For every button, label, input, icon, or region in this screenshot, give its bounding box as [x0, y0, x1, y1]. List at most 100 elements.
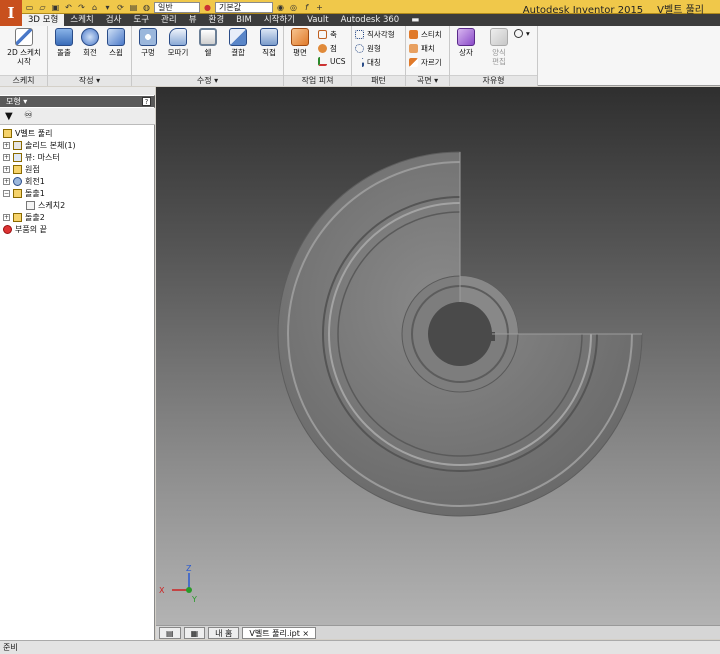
tree-item-view-master[interactable]: + 뷰: 마스터 [3, 151, 60, 163]
update-icon[interactable]: ⟳ [115, 2, 126, 13]
tree-item-solid-bodies[interactable]: + 솔리드 본체(1) [3, 139, 76, 151]
application-menu-button[interactable]: I [0, 0, 22, 28]
extrude-button[interactable]: 돌출 [51, 28, 77, 57]
panel-freeform: 상자 양식 편집 ▾ 자유형 [450, 26, 538, 86]
tab-tools[interactable]: 도구 [127, 14, 155, 26]
axis-icon [318, 30, 327, 39]
tab-overflow-icon[interactable]: ▬ [405, 14, 425, 26]
tab-vault[interactable]: Vault [301, 14, 334, 26]
tree-item-extrude2[interactable]: + 돌출2 [3, 211, 45, 223]
point-button[interactable]: 점 [318, 43, 337, 54]
document-tab-bar: ▤ ▦ 내 홈 V벨트 풀리.ipt × [156, 625, 720, 639]
tree-item-end-of-part[interactable]: 부품의 끝 [3, 223, 47, 235]
tab-environments[interactable]: 환경 [203, 14, 231, 26]
ucs-button[interactable]: UCS [318, 57, 346, 66]
box-icon [457, 28, 475, 46]
hole-icon [139, 28, 157, 46]
sweep-label: 스윕 [109, 48, 123, 57]
tab-bim[interactable]: BIM [230, 14, 258, 26]
patch-button[interactable]: 패치 [409, 43, 435, 54]
help-icon[interactable]: ? [142, 97, 151, 106]
tree-label: V벨트 풀리 [15, 128, 53, 138]
material-select[interactable]: 기본값 [215, 1, 273, 13]
function-icon[interactable]: f [301, 2, 312, 13]
revolve-label: 회전 [83, 48, 97, 57]
find-binoculars-icon[interactable]: ♾ [24, 110, 33, 121]
tab-getting-started[interactable]: 시작하기 [258, 14, 301, 26]
add-icon[interactable]: + [314, 2, 325, 13]
mirror-button[interactable]: 대칭 [355, 57, 381, 68]
tab-3d-model[interactable]: 3D 모형 [22, 14, 65, 26]
expand-icon[interactable]: + [3, 153, 10, 161]
graphics-viewport[interactable]: Z X Y [156, 87, 720, 625]
open-icon[interactable]: ▱ [37, 2, 48, 13]
browser-title: 모형 [6, 97, 21, 106]
revolve-button[interactable]: 회전 [77, 28, 103, 57]
new-icon[interactable]: ▭ [24, 2, 35, 13]
axis-button[interactable]: 축 [318, 29, 337, 40]
select-icon[interactable]: ▾ [102, 2, 113, 13]
trim-icon [409, 58, 418, 67]
tree-item-sketch2[interactable]: 스케치2 [26, 199, 65, 211]
start-2d-sketch-button[interactable]: 2D 스케치 시작 [4, 28, 44, 66]
x-axis-label: X [159, 586, 165, 595]
expand-icon[interactable]: + [3, 165, 10, 173]
tree-item-extrude1[interactable]: − 돌출1 [3, 187, 45, 199]
solid-body-icon [13, 140, 22, 150]
collapse-icon[interactable]: − [3, 189, 10, 197]
save-icon[interactable]: ▣ [50, 2, 61, 13]
panel-title-create-label: 작성 [78, 76, 94, 85]
home-icon[interactable]: ⌂ [89, 2, 100, 13]
expand-icon[interactable]: + [3, 213, 10, 221]
circular-pattern-button[interactable]: 원형 [355, 43, 381, 54]
trim-button[interactable]: 자르기 [409, 57, 442, 68]
tab-autodesk-360[interactable]: Autodesk 360 [335, 14, 406, 26]
tree-item-revolve1[interactable]: + 회전1 [3, 175, 45, 187]
shell-button[interactable]: 쉘 [195, 28, 221, 57]
browser-title-bar[interactable]: 모형 ▾ [0, 96, 155, 107]
tab-home[interactable]: 내 홈 [208, 626, 240, 639]
cascade-windows-icon[interactable]: ▦ [183, 626, 206, 639]
freeform-options-button[interactable]: ▾ [514, 29, 530, 38]
combine-button[interactable]: 결합 [225, 28, 251, 57]
rectangular-pattern-button[interactable]: 직사각형 [355, 29, 395, 40]
fillet-button[interactable]: 모따기 [165, 28, 191, 57]
appearance-icon[interactable]: ◉ [275, 2, 286, 13]
extrude-feature-icon [13, 212, 22, 222]
undo-icon[interactable]: ↶ [63, 2, 74, 13]
tab-view[interactable]: 뷰 [183, 14, 203, 26]
direct-edit-button[interactable]: 직접 [256, 28, 282, 57]
print-icon[interactable]: ▤ [128, 2, 139, 13]
fillet-label: 모따기 [167, 48, 189, 57]
tab-manage[interactable]: 관리 [155, 14, 183, 26]
style-select[interactable]: 일반 [154, 1, 200, 13]
clear-appearance-icon[interactable]: ◎ [288, 2, 299, 13]
panel-create: 돌출 회전 스윕 작성 ▾ [48, 26, 132, 86]
tree-item-origin[interactable]: + 원점 [3, 163, 40, 175]
tab-document[interactable]: V벨트 풀리.ipt × [242, 626, 317, 639]
panel-pattern: 직사각형 원형 대칭 패턴 [352, 26, 406, 86]
redo-icon[interactable]: ↷ [76, 2, 87, 13]
expand-icon[interactable]: + [3, 177, 10, 185]
globe-icon[interactable]: ◍ [141, 2, 152, 13]
hole-button[interactable]: 구멍 [135, 28, 161, 57]
hole-label: 구멍 [141, 48, 155, 57]
tab-sketch[interactable]: 스케치 [64, 14, 99, 26]
plane-button[interactable]: 평면 [287, 28, 313, 57]
patch-label: 패치 [421, 44, 435, 53]
tree-item-part[interactable]: V벨트 풀리 [3, 127, 52, 139]
close-icon[interactable]: × [302, 629, 309, 638]
color-icon[interactable]: ● [202, 2, 213, 13]
edit-form-button[interactable]: 양식 편집 [486, 28, 512, 66]
tile-windows-icon[interactable]: ▤ [159, 626, 181, 639]
sweep-button[interactable]: 스윕 [103, 28, 129, 57]
z-axis-label: Z [186, 564, 192, 573]
filter-icon[interactable]: ▼ [5, 111, 13, 122]
expand-icon[interactable]: + [3, 141, 10, 149]
box-button[interactable]: 상자 [453, 28, 479, 57]
tab-inspect[interactable]: 검사 [100, 14, 128, 26]
tab-document-label: V벨트 풀리.ipt [249, 628, 300, 638]
stitch-button[interactable]: 스티치 [409, 29, 442, 40]
status-bar: 준비 [0, 640, 720, 654]
panel-sketch: 2D 스케치 시작 스케치 [0, 26, 48, 86]
